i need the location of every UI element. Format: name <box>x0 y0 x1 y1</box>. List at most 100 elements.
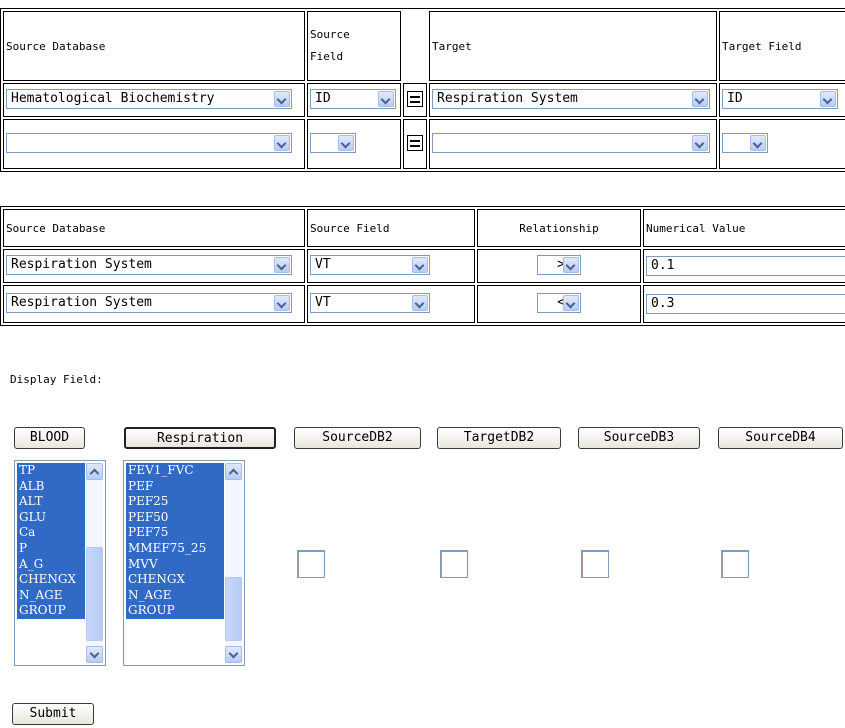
join-target-field-value: ID <box>727 90 743 106</box>
join-row-source-field-cell: ID <box>307 83 401 117</box>
filter-value-input-2[interactable]: 0.3 <box>646 294 845 314</box>
join-row-target-field-cell: ID <box>719 83 845 117</box>
chevron-down-icon[interactable] <box>563 256 579 273</box>
list-item[interactable]: MVV <box>126 556 224 573</box>
list-item[interactable]: P <box>17 540 85 557</box>
blood-button[interactable]: BLOOD <box>14 427 85 449</box>
filter-header-relationship: Relationship <box>477 209 641 247</box>
list-item[interactable]: FEV1_FVC <box>126 463 224 479</box>
scrollbar[interactable] <box>225 463 242 663</box>
filter-source-field-value-2: VT <box>315 294 331 310</box>
chevron-down-icon[interactable] <box>563 294 579 311</box>
chevron-down-icon[interactable] <box>274 90 290 107</box>
list-item[interactable]: A_G <box>17 556 85 573</box>
chevron-down-icon[interactable] <box>412 294 428 311</box>
join-target-field-select[interactable]: ID <box>722 88 838 109</box>
blood-field-list[interactable]: TP ALB ALT GLU Ca P A_G CHENGX N_AGE GROUP <box>14 460 106 666</box>
header-source-database: Source Database <box>3 11 305 81</box>
filter-row2-source-db-cell: Respiration System <box>3 285 305 323</box>
list-item[interactable]: PEF <box>126 478 224 495</box>
list-item[interactable]: Ca <box>17 525 85 541</box>
join-source-db-select[interactable]: Hematological Biochemistry <box>6 88 292 109</box>
join-row-source-db-cell: Hematological Biochemistry <box>3 83 305 117</box>
scroll-up-icon[interactable] <box>225 463 242 480</box>
list-item[interactable]: PEF75 <box>126 525 224 541</box>
list-item[interactable]: PEF50 <box>126 509 224 526</box>
list-item[interactable]: PEF25 <box>126 494 224 510</box>
join-row2-source-db-cell <box>3 119 305 169</box>
respiration-field-items: FEV1_FVC PEF PEF25 PEF50 PEF75 MMEF75_25 MVV CH… <box>126 463 224 663</box>
join-source-db-select-2[interactable] <box>6 132 292 153</box>
filter-value-input[interactable]: 0.1 <box>646 256 845 276</box>
list-item[interactable]: CHENGX <box>17 572 85 588</box>
equals-cell <box>403 83 427 117</box>
filter-source-field-select[interactable]: VT <box>310 254 430 275</box>
filter-source-db-value: Respiration System <box>11 256 152 272</box>
join-source-field-value: ID <box>315 90 331 106</box>
list-item[interactable]: N_AGE <box>17 587 85 604</box>
filter-row2-relationship-cell: < <box>477 285 641 323</box>
filter-row2-source-field-cell: VT <box>307 285 475 323</box>
chevron-down-icon[interactable] <box>274 256 290 273</box>
join-target-field-select-2[interactable] <box>722 132 768 153</box>
chevron-down-icon[interactable] <box>750 134 766 151</box>
list-item[interactable]: N_AGE <box>126 587 224 604</box>
chevron-down-icon[interactable] <box>274 134 290 151</box>
chevron-down-icon[interactable] <box>378 90 394 107</box>
filter-table: Source Database Source Field Relationshi… <box>0 206 845 326</box>
scroll-up-icon[interactable] <box>86 463 103 480</box>
display-field-label: Display Field: <box>10 373 103 386</box>
list-item[interactable]: ALT <box>17 494 85 510</box>
list-item[interactable]: MMEF75_25 <box>126 540 224 557</box>
chevron-down-icon[interactable] <box>274 294 290 311</box>
sourcedb4-field-box[interactable] <box>721 550 749 578</box>
join-target-value: Respiration System <box>437 90 578 106</box>
chevron-down-icon[interactable] <box>692 90 708 107</box>
respiration-button[interactable]: Respiration <box>124 427 276 449</box>
list-item[interactable]: GLU <box>17 509 85 526</box>
chevron-down-icon[interactable] <box>692 134 708 151</box>
sourcedb2-field-box[interactable] <box>297 550 325 578</box>
targetdb2-button[interactable]: TargetDB2 <box>437 427 561 449</box>
join-source-field-select-2[interactable] <box>310 132 356 153</box>
scroll-down-icon[interactable] <box>86 646 103 663</box>
chevron-down-icon[interactable] <box>412 256 428 273</box>
filter-header-source-field: Source Field <box>307 209 475 247</box>
header-source-field-line1: Source <box>310 28 350 41</box>
filter-source-db-select[interactable]: Respiration System <box>6 254 292 275</box>
scroll-thumb[interactable] <box>86 547 103 641</box>
sourcedb3-button[interactable]: SourceDB3 <box>578 427 700 449</box>
sourcedb2-button[interactable]: SourceDB2 <box>294 427 421 449</box>
spacer <box>403 11 427 81</box>
targetdb2-field-box[interactable] <box>440 550 468 578</box>
equals-cell-2 <box>403 119 427 169</box>
filter-row-relationship-cell: > <box>477 249 641 283</box>
scroll-down-icon[interactable] <box>225 646 242 663</box>
filter-relationship-select[interactable]: > <box>537 254 581 275</box>
list-item[interactable]: TP <box>17 463 85 479</box>
scrollbar[interactable] <box>86 463 103 663</box>
list-item[interactable]: GROUP <box>17 603 85 619</box>
filter-source-field-select-2[interactable]: VT <box>310 292 430 313</box>
header-target: Target <box>429 11 717 81</box>
join-row2-source-field-cell <box>307 119 401 169</box>
chevron-down-icon[interactable] <box>338 134 354 151</box>
join-row2-target-field-cell <box>719 119 845 169</box>
scroll-thumb[interactable] <box>225 577 242 641</box>
list-item[interactable]: ALB <box>17 478 85 495</box>
blood-field-items: TP ALB ALT GLU Ca P A_G CHENGX N_AGE GROUP <box>17 463 85 663</box>
chevron-down-icon[interactable] <box>820 90 836 107</box>
join-target-select[interactable]: Respiration System <box>432 88 710 109</box>
join-target-select-2[interactable] <box>432 132 710 153</box>
filter-header-source-database: Source Database <box>3 209 305 247</box>
list-item[interactable]: CHENGX <box>126 572 224 588</box>
filter-source-db-select-2[interactable]: Respiration System <box>6 292 292 313</box>
join-source-field-select[interactable]: ID <box>310 88 396 109</box>
respiration-field-list[interactable]: FEV1_FVC PEF PEF25 PEF50 PEF75 MMEF75_25 MVV CH… <box>123 460 245 666</box>
sourcedb3-field-box[interactable] <box>581 550 609 578</box>
submit-button[interactable]: Submit <box>12 703 94 725</box>
filter-relationship-select-2[interactable]: < <box>537 292 581 313</box>
list-item[interactable]: GROUP <box>126 603 224 619</box>
header-target-field: Target Field <box>719 11 845 81</box>
sourcedb4-button[interactable]: SourceDB4 <box>718 427 843 449</box>
